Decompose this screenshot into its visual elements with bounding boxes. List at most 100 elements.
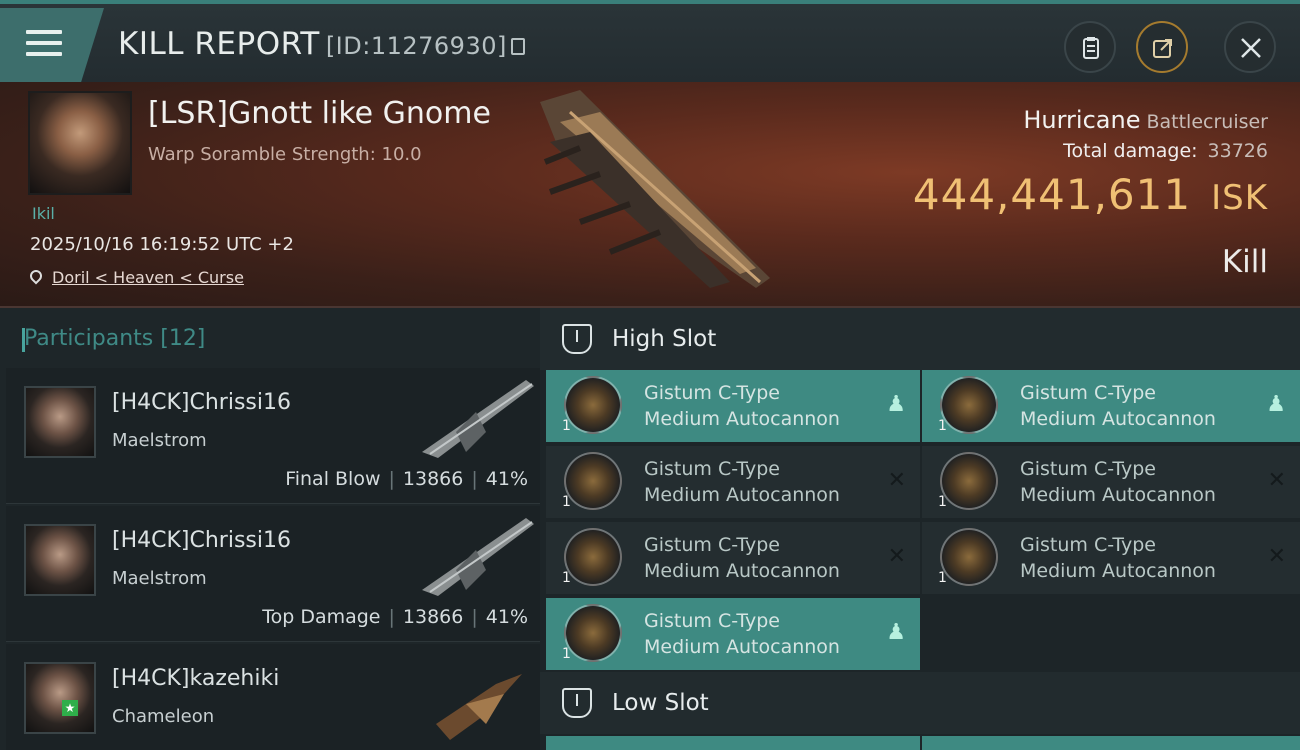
participant-ship-image <box>436 674 522 740</box>
autocannon-icon <box>564 452 622 510</box>
fitting-panel: High Slot 1 Gistum C-Type Medium Autocan… <box>540 308 1300 750</box>
autocannon-icon <box>564 604 622 662</box>
share-button[interactable] <box>1136 21 1188 73</box>
participants-count: [12] <box>160 326 206 351</box>
participant-percent: 41% <box>485 468 528 490</box>
module-quantity: 1 <box>562 494 571 510</box>
autocannon-icon <box>940 376 998 434</box>
module-name: Gistum C-Type <box>644 610 780 632</box>
participant-row[interactable]: [H4CK]Chrissi16 Maelstrom Top Damage | 138… <box>6 506 540 642</box>
module-slot[interactable] <box>922 736 1300 750</box>
participant-row[interactable]: ★ [H4CK]kazehiki Chameleon <box>6 644 540 750</box>
module-slot[interactable]: 1 Gistum C-Type Medium Autocannon ✕ <box>546 522 920 594</box>
victim-portrait[interactable] <box>28 91 132 195</box>
dropped-person-icon: ♟ <box>886 392 906 417</box>
kill-tag: Ikil <box>32 204 55 223</box>
module-slot[interactable]: 1 Gistum C-Type Medium Autocannon ✕ <box>546 446 920 518</box>
participant-ship-image <box>422 380 534 458</box>
participant-stat-label: Final Blow <box>285 468 381 490</box>
participant-avatar <box>24 662 96 734</box>
isk-unit: ISK <box>1211 178 1268 218</box>
dropped-person-icon: ♟ <box>1266 392 1286 417</box>
participant-ship-image <box>422 518 534 596</box>
location-pin-icon <box>27 267 45 285</box>
module-name: Gistum C-Type <box>1020 534 1156 556</box>
module-slot[interactable]: 1 Gistum C-Type Medium Autocannon ✕ <box>922 446 1300 518</box>
victim-ship-image <box>540 90 770 288</box>
victim-ship[interactable]: Hurricane Battlecruiser <box>1023 106 1268 134</box>
destroyed-x-icon: ✕ <box>887 544 906 569</box>
participant-name: [H4CK]Chrissi16 <box>112 390 291 415</box>
participant-percent: 41% <box>485 606 528 628</box>
ship-class: Battlecruiser <box>1146 111 1268 133</box>
participant-ship: Chameleon <box>112 706 215 727</box>
participants-header: Participants [12] <box>21 326 206 352</box>
module-name: Gistum C-Type <box>644 382 780 404</box>
destroyed-x-icon: ✕ <box>887 468 906 493</box>
participant-name: [H4CK]Chrissi16 <box>112 528 291 553</box>
star-icon: ★ <box>62 700 78 716</box>
high-slot-label: High Slot <box>612 326 717 352</box>
clipboard-button[interactable] <box>1064 21 1116 73</box>
total-damage-value: 33726 <box>1207 140 1268 162</box>
total-damage-label: Total damage: <box>1063 140 1198 162</box>
destroyed-x-icon: ✕ <box>1267 544 1286 569</box>
title-bar: KILL REPORT [ID:11276930] <box>0 0 1300 82</box>
module-type: Medium Autocannon <box>644 408 840 430</box>
kill-result: Kill <box>1221 244 1268 280</box>
module-name: Gistum C-Type <box>1020 382 1156 404</box>
module-type: Medium Autocannon <box>1020 408 1216 430</box>
module-name: Gistum C-Type <box>1020 458 1156 480</box>
menu-icon <box>26 30 62 63</box>
victim-pilot-name[interactable]: [LSR]Gnott like Gnome <box>148 96 491 131</box>
menu-button[interactable] <box>0 8 104 82</box>
autocannon-icon <box>564 376 622 434</box>
participant-avatar <box>24 386 96 458</box>
destroyed-x-icon: ✕ <box>1267 468 1286 493</box>
low-slot-header: Low Slot <box>540 672 1300 734</box>
module-type: Medium Autocannon <box>644 484 840 506</box>
low-slot-icon <box>562 688 592 718</box>
participants-panel: Participants [12] [H4CK]Chrissi16 Maelst… <box>0 308 540 750</box>
module-quantity: 1 <box>562 646 571 662</box>
module-type: Medium Autocannon <box>1020 484 1216 506</box>
module-slot[interactable]: 1 Gistum C-Type Medium Autocannon ♟ <box>546 370 920 442</box>
participants-label: Participants <box>24 326 154 351</box>
isk-value: 444,441,611 ISK <box>913 170 1268 219</box>
isk-amount: 444,441,611 <box>912 170 1192 219</box>
participant-stats: Final Blow | 13866 | 41% <box>285 468 528 490</box>
module-name: Gistum C-Type <box>644 458 780 480</box>
copy-icon[interactable] <box>510 38 525 55</box>
module-type: Medium Autocannon <box>644 636 840 658</box>
module-quantity: 1 <box>938 570 947 586</box>
participant-stat-label: Top Damage <box>262 606 381 628</box>
report-id: [ID:11276930] <box>325 32 507 60</box>
participant-row[interactable]: [H4CK]Chrissi16 Maelstrom Final Blow | 138… <box>6 368 540 504</box>
module-quantity: 1 <box>562 570 571 586</box>
warp-scramble-strength: Warp Soramble Strength: 10.0 <box>148 144 422 165</box>
module-slot[interactable]: 1 Gistum C-Type Medium Autocannon ♟ <box>546 598 920 670</box>
autocannon-icon <box>564 528 622 586</box>
close-button[interactable] <box>1224 21 1276 73</box>
autocannon-icon <box>940 528 998 586</box>
module-type: Medium Autocannon <box>644 560 840 582</box>
participant-ship: Maelstrom <box>112 568 207 589</box>
participant-stats: Top Damage | 13866 | 41% <box>262 606 528 628</box>
module-quantity: 1 <box>938 418 947 434</box>
module-slot[interactable] <box>546 736 920 750</box>
kill-timestamp: 2025/10/16 16:19:52 UTC +2 <box>30 234 294 255</box>
participant-damage: 13866 <box>402 606 464 628</box>
location-link[interactable]: Doril < Heaven < Curse <box>52 268 244 287</box>
title-text: KILL REPORT <box>118 26 320 62</box>
participant-name: [H4CK]kazehiki <box>112 666 280 691</box>
participant-avatar <box>24 524 96 596</box>
module-slot[interactable]: 1 Gistum C-Type Medium Autocannon ♟ <box>922 370 1300 442</box>
clipboard-icon <box>1083 37 1099 59</box>
module-name: Gistum C-Type <box>644 534 780 556</box>
module-slot[interactable]: 1 Gistum C-Type Medium Autocannon ✕ <box>922 522 1300 594</box>
module-type: Medium Autocannon <box>1020 560 1216 582</box>
kill-location[interactable]: Doril < Heaven < Curse <box>27 267 244 287</box>
page-title: KILL REPORT [ID:11276930] <box>118 26 525 62</box>
close-icon <box>1241 38 1261 58</box>
participant-ship: Maelstrom <box>112 430 207 451</box>
